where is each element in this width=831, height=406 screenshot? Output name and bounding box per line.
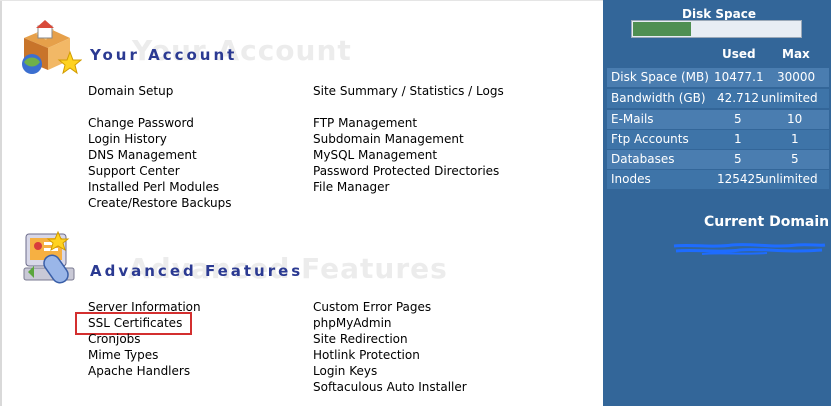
advanced-features-icon [18, 228, 84, 294]
stats-row: Inodes 125425 unlimited [607, 170, 829, 189]
redacted-domain-scribble [672, 241, 827, 255]
link-hotlink-protection[interactable]: Hotlink Protection [313, 348, 420, 362]
link-apache-handlers[interactable]: Apache Handlers [88, 364, 190, 378]
your-account-icon [18, 18, 83, 80]
stats-row: Disk Space (MB) 10477.1 30000 [607, 68, 829, 87]
stat-max: 1 [791, 132, 799, 146]
stats-row: Bandwidth (GB) 42.712 unlimited [607, 89, 829, 108]
disk-space-title: Disk Space [682, 7, 756, 21]
link-custom-error-pages[interactable]: Custom Error Pages [313, 300, 431, 314]
link-mime-types[interactable]: Mime Types [88, 348, 158, 362]
stat-used: 1 [734, 132, 742, 146]
top-border [0, 0, 603, 1]
link-password-protected-directories[interactable]: Password Protected Directories [313, 164, 499, 178]
stats-row: E-Mails 5 10 [607, 110, 829, 129]
stat-used: 42.712 [717, 91, 759, 105]
stat-max: 30000 [777, 70, 816, 84]
link-domain-setup[interactable]: Domain Setup [88, 84, 173, 98]
stat-max: unlimited [761, 172, 818, 186]
link-mysql-management[interactable]: MySQL Management [313, 148, 437, 162]
link-ftp-management[interactable]: FTP Management [313, 116, 417, 130]
stat-max: 5 [791, 152, 799, 166]
link-login-keys[interactable]: Login Keys [313, 364, 377, 378]
stat-max: 10 [787, 112, 803, 126]
stat-max: unlimited [761, 91, 818, 105]
stat-used: 10477.1 [714, 70, 764, 84]
link-support-center[interactable]: Support Center [88, 164, 180, 178]
your-account-title: Your Account [90, 46, 238, 64]
link-cronjobs[interactable]: Cronjobs [88, 332, 141, 346]
link-dns-management[interactable]: DNS Management [88, 148, 197, 162]
stat-label: E-Mails [611, 112, 654, 126]
link-installed-perl-modules[interactable]: Installed Perl Modules [88, 180, 219, 194]
column-used-header: Used [722, 47, 756, 61]
stat-used: 125425 [717, 172, 763, 186]
stat-label: Disk Space (MB) [611, 70, 709, 84]
link-subdomain-management[interactable]: Subdomain Management [313, 132, 464, 146]
stats-row: Databases 5 5 [607, 150, 829, 169]
advanced-features-title: Advanced Features [90, 262, 304, 280]
stat-label: Inodes [611, 172, 651, 186]
link-phpmyadmin[interactable]: phpMyAdmin [313, 316, 392, 330]
disk-space-progress-fill [633, 22, 691, 36]
left-border [0, 0, 2, 406]
link-change-password[interactable]: Change Password [88, 116, 194, 130]
stat-label: Bandwidth (GB) [611, 91, 706, 105]
control-panel: Your Account Your Account Domain Setup S… [0, 0, 831, 406]
link-site-redirection[interactable]: Site Redirection [313, 332, 408, 346]
link-site-summary[interactable]: Site Summary / Statistics / Logs [313, 84, 504, 98]
stat-used: 5 [734, 152, 742, 166]
stat-used: 5 [734, 112, 742, 126]
link-softaculous-auto-installer[interactable]: Softaculous Auto Installer [313, 380, 467, 394]
link-login-history[interactable]: Login History [88, 132, 167, 146]
stat-label: Ftp Accounts [611, 132, 689, 146]
column-max-header: Max [782, 47, 810, 61]
current-domain-title: Current Domain [704, 214, 830, 230]
link-file-manager[interactable]: File Manager [313, 180, 390, 194]
disk-space-progress [631, 20, 802, 38]
link-create-restore-backups[interactable]: Create/Restore Backups [88, 196, 232, 210]
stats-row: Ftp Accounts 1 1 [607, 130, 829, 149]
stat-label: Databases [611, 152, 675, 166]
